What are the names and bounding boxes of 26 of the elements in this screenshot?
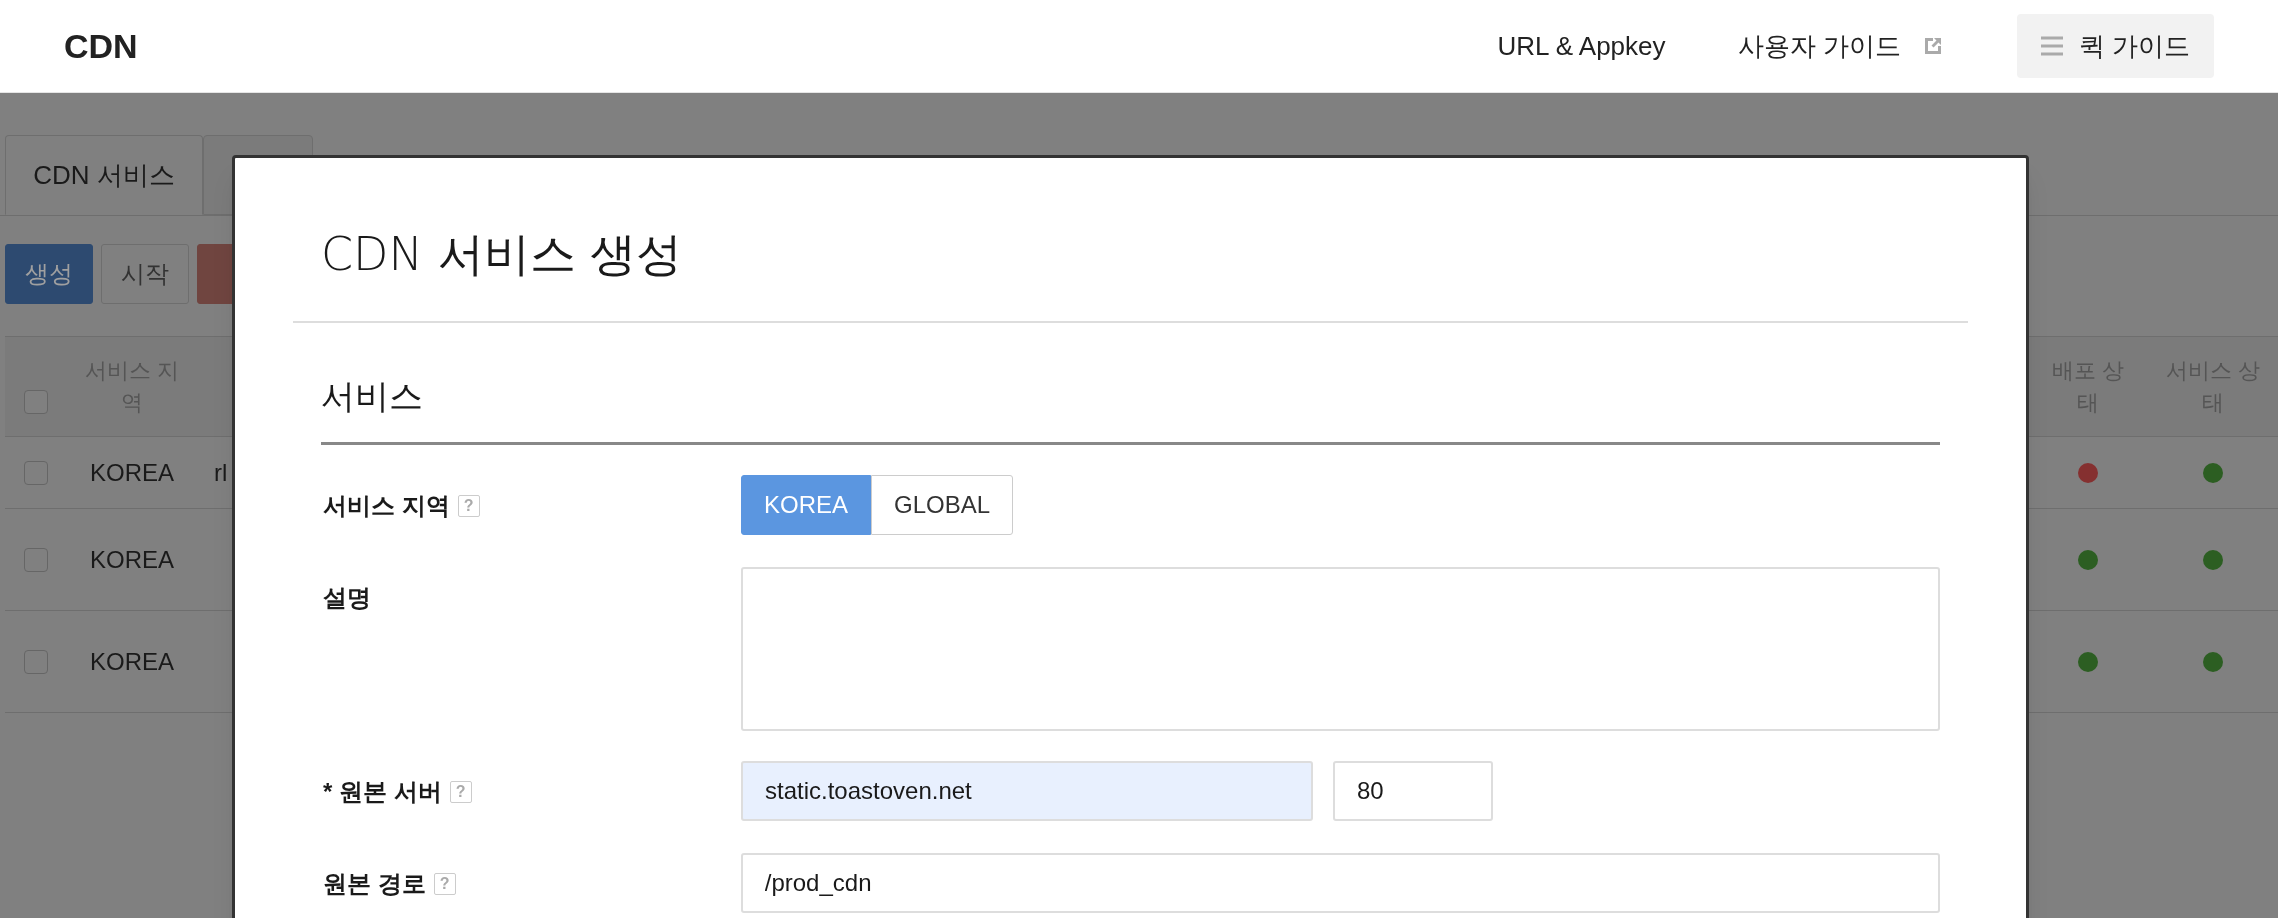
checkbox[interactable] bbox=[24, 460, 48, 485]
origin-host-field[interactable]: static.toastoven.net bbox=[741, 761, 1313, 821]
checkbox[interactable] bbox=[24, 649, 48, 674]
table-cell-text: KOREA bbox=[89, 646, 175, 677]
table-cell-text: rl bbox=[214, 457, 228, 488]
quick-guide-button[interactable]: 퀵 가이드 bbox=[2016, 14, 2214, 78]
nav-link[interactable]: URL & Appkey bbox=[1497, 26, 1666, 66]
field-label: 설명 bbox=[323, 583, 371, 613]
region-toggle-option[interactable]: GLOBAL bbox=[871, 475, 1014, 535]
field-label: 원본 경로 bbox=[323, 869, 426, 899]
checkbox[interactable] bbox=[24, 547, 48, 572]
external-link-icon bbox=[1922, 36, 1943, 56]
description-field[interactable] bbox=[740, 567, 1940, 731]
nav-link[interactable]: 사용자 가이드 bbox=[1737, 26, 1943, 66]
logo[interactable]: CDN bbox=[64, 20, 138, 72]
table-cell-text: KOREA bbox=[89, 544, 175, 575]
field-label: 서비스 지역 bbox=[323, 491, 450, 521]
table-cell-text: KOREA bbox=[89, 457, 175, 488]
field-label: * 원본 서버 bbox=[323, 777, 442, 807]
origin-port-field[interactable]: 80 bbox=[1333, 761, 1493, 821]
section-title: 서비스 bbox=[321, 323, 1940, 445]
checkbox[interactable] bbox=[24, 389, 48, 414]
modal-title: CDN 서비스 생성 bbox=[320, 226, 684, 283]
tab[interactable]: CDN 서비스 bbox=[5, 135, 203, 215]
menu-icon bbox=[2040, 36, 2063, 56]
origin-path-field[interactable]: /prod_cdn bbox=[740, 853, 1940, 913]
